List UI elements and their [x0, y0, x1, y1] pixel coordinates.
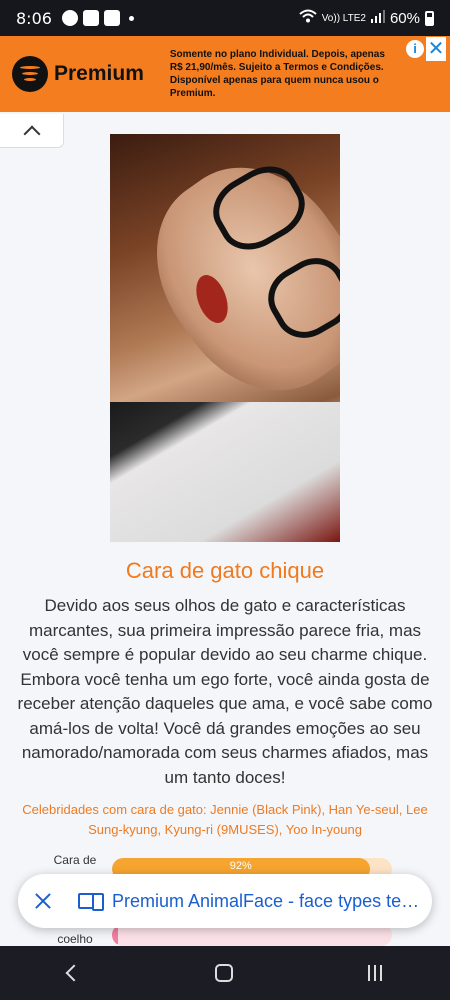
status-right: Vo)) LTE2 60%: [299, 9, 434, 28]
home-icon[interactable]: [214, 964, 233, 982]
ad-close-icon[interactable]: ✕: [426, 37, 446, 61]
result-description: Devido aos seus olhos de gato e caracter…: [17, 596, 433, 787]
checkbox-icon: [103, 10, 120, 26]
celebrities-text: Celebridades com cara de gato: Jennie (B…: [22, 802, 428, 837]
bar-label-cat: Cara de: [53, 853, 97, 867]
whatsapp-icon: [61, 10, 78, 26]
collapse-button[interactable]: [0, 114, 64, 148]
signal-icon: [370, 9, 385, 28]
ad-brand: Premium: [54, 62, 144, 85]
spotify-logo-icon: [12, 56, 48, 92]
status-bar: 8:06 Vo)) LTE2 60%: [0, 0, 450, 36]
page-content: Cara de gato chique Devido aos seus olho…: [0, 112, 450, 946]
close-icon[interactable]: [32, 890, 54, 912]
chip-text[interactable]: Premium AnimalFace - face types tes...: [112, 891, 424, 912]
navigation-bar: [0, 946, 450, 1000]
back-icon[interactable]: [65, 964, 83, 982]
network-label: Vo)) LTE2: [321, 12, 366, 24]
bar-value-cat: 92%: [229, 860, 252, 872]
ad-banner[interactable]: Premium Somente no plano Individual. Dep…: [0, 36, 450, 112]
status-time: 8:06: [16, 8, 52, 28]
chevron-up-icon: [23, 125, 40, 142]
result-title: Cara de gato chique: [125, 558, 325, 583]
ad-text: Somente no plano Individual. Depois, ape…: [169, 49, 385, 99]
battery-percent: 60%: [389, 9, 420, 27]
user-photo: [110, 134, 340, 542]
wifi-icon: [299, 9, 317, 28]
recent-apps-icon[interactable]: [368, 965, 383, 981]
ad-info-icon[interactable]: i: [406, 40, 424, 58]
battery-icon: [425, 10, 434, 26]
bar-label-rabbit: coelho: [57, 932, 93, 946]
card-icon: [82, 10, 99, 26]
tab-chip[interactable]: Premium AnimalFace - face types tes...: [18, 874, 432, 928]
devices-icon: [78, 893, 104, 911]
notification-dot-icon: [128, 15, 134, 21]
